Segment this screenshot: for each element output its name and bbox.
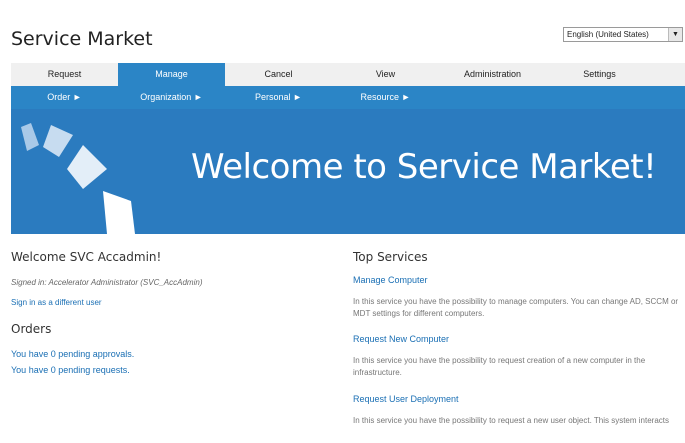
sub-nav: Order ► Organization ► Personal ► Resour… xyxy=(11,86,685,109)
arc-segment-2 xyxy=(43,125,73,157)
welcome-heading: Welcome SVC Accadmin! xyxy=(11,250,162,264)
app-title: Service Market xyxy=(11,28,153,50)
page: Service Market English (United States) ▼… xyxy=(0,0,685,443)
sign-in-different-user-link[interactable]: Sign in as a different user xyxy=(11,298,102,307)
subnav-resource[interactable]: Resource ► xyxy=(332,86,439,109)
tab-view[interactable]: View xyxy=(332,63,439,86)
signed-in-text: Signed in: Accelerator Administrator (SV… xyxy=(11,278,203,287)
tab-request[interactable]: Request xyxy=(11,63,118,86)
service-request-new-computer-link[interactable]: Request New Computer xyxy=(353,334,449,344)
service-request-user-deployment-description: In this service you have the possibility… xyxy=(353,416,669,425)
pending-requests-link[interactable]: You have 0 pending requests. xyxy=(11,365,130,375)
tab-administration[interactable]: Administration xyxy=(439,63,546,86)
service-manage-computer-description: In this service you have the possibility… xyxy=(353,297,679,318)
service-request-user-deployment-link[interactable]: Request User Deployment xyxy=(353,394,459,404)
tab-cancel[interactable]: Cancel xyxy=(225,63,332,86)
orders-heading: Orders xyxy=(11,322,52,336)
welcome-banner: Welcome to Service Market! xyxy=(11,109,685,234)
subnav-organization[interactable]: Organization ► xyxy=(118,86,225,109)
tab-settings[interactable]: Settings xyxy=(546,63,653,86)
arc-segment-4 xyxy=(103,191,135,234)
service-request-new-computer-description: In this service you have the possibility… xyxy=(353,356,646,377)
banner-arc-logo-icon xyxy=(21,123,135,234)
arc-segment-1 xyxy=(21,123,39,151)
pending-approvals-link[interactable]: You have 0 pending approvals. xyxy=(11,349,134,359)
top-nav: Request Manage Cancel View Administratio… xyxy=(11,63,685,86)
tab-manage[interactable]: Manage xyxy=(118,63,225,86)
arc-segment-3 xyxy=(67,145,107,189)
language-select-value: English (United States) xyxy=(567,30,649,39)
top-services-heading: Top Services xyxy=(353,250,428,264)
subnav-personal[interactable]: Personal ► xyxy=(225,86,332,109)
language-select[interactable]: English (United States) ▼ xyxy=(563,27,683,42)
subnav-order[interactable]: Order ► xyxy=(11,86,118,109)
banner-text: Welcome to Service Market! xyxy=(191,147,657,187)
chevron-down-icon[interactable]: ▼ xyxy=(668,28,682,41)
service-manage-computer-link[interactable]: Manage Computer xyxy=(353,275,428,285)
